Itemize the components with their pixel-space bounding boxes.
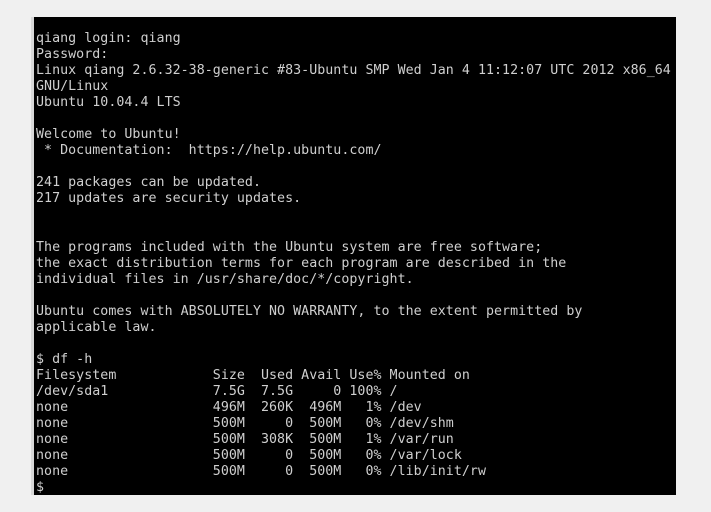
terminal-line: applicable law.	[36, 319, 157, 335]
terminal-line: Ubuntu comes with ABSOLUTELY NO WARRANTY…	[36, 303, 583, 319]
terminal-line: Filesystem Size Used Avail Use% Mounted …	[36, 367, 470, 383]
terminal-line: Welcome to Ubuntu!	[36, 127, 181, 143]
terminal-window[interactable]: qiang login: qiang Password: Linux qiang 2…	[31, 17, 676, 495]
terminal-line: * Documentation: https://help.ubuntu.com…	[36, 143, 382, 159]
terminal-line: Linux qiang 2.6.32-38-generic #83-Ubuntu…	[36, 63, 671, 79]
terminal-line: $ df -h	[36, 351, 93, 367]
terminal-line: none 500M 0 500M 0% /dev/shm	[36, 416, 454, 432]
terminal-line: individual files in /usr/share/doc/*/cop…	[36, 271, 414, 287]
terminal-line: $	[36, 480, 45, 495]
terminal-line: GNU/Linux	[36, 79, 109, 95]
terminal-line: /dev/sda1 7.5G 7.5G 0 100% /	[36, 384, 398, 400]
terminal-line: The programs included with the Ubuntu sy…	[36, 239, 543, 255]
terminal-line: none 500M 0 500M 0% /lib/init/rw	[36, 464, 486, 480]
terminal-line: Ubuntu 10.04.4 LTS	[36, 95, 181, 111]
terminal-line: 241 packages can be updated.	[36, 175, 261, 191]
terminal-line: 217 updates are security updates.	[36, 191, 302, 207]
terminal-line: none 500M 0 500M 0% /var/lock	[36, 448, 462, 464]
terminal-line: none 500M 308K 500M 1% /var/run	[36, 432, 454, 448]
terminal-output[interactable]: qiang login: qiang Password: Linux qiang 2…	[34, 17, 676, 495]
terminal-line: the exact distribution terms for each pr…	[36, 255, 567, 271]
terminal-line: Password:	[36, 47, 109, 63]
terminal-line: qiang login: qiang	[36, 31, 181, 46]
terminal-line: none 496M 260K 496M 1% /dev	[36, 400, 422, 416]
